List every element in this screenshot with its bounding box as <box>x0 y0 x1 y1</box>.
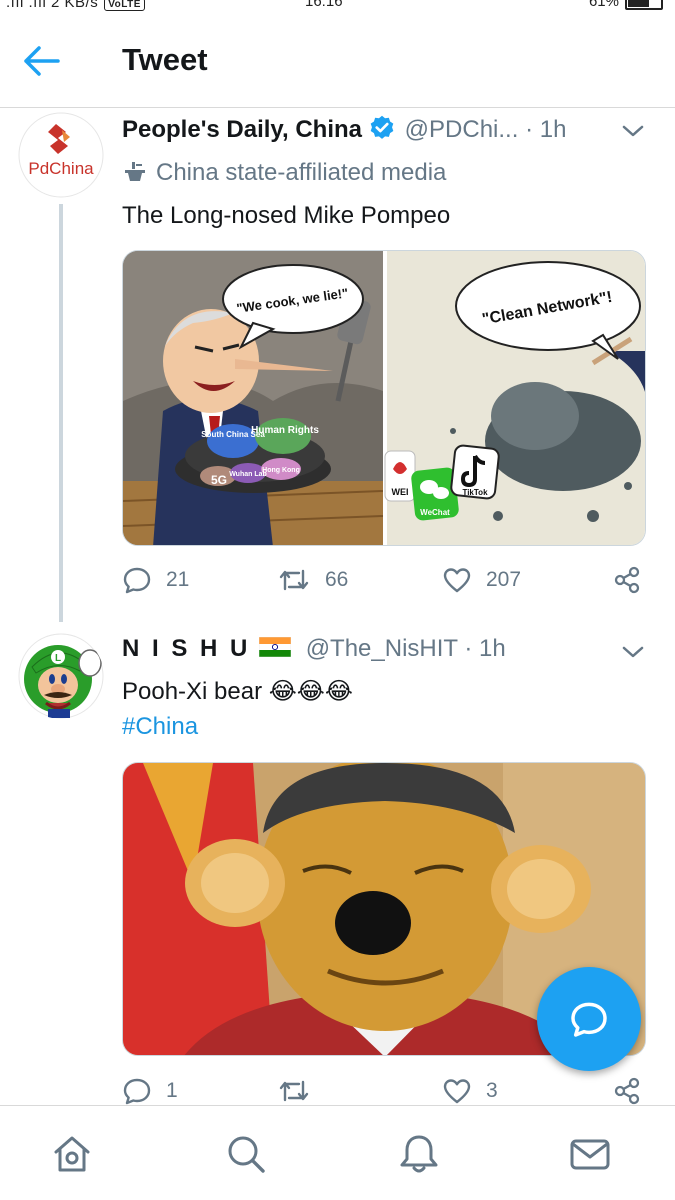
search-icon <box>228 1136 265 1173</box>
avatar[interactable]: L <box>18 633 104 719</box>
pdchina-logo: PdChina <box>18 112 104 198</box>
tweet-options-chevron-down-icon[interactable] <box>621 123 645 139</box>
app-label-huawei: WEI <box>392 487 409 497</box>
network-status: .ııl .ııl 2 KB/s VoLTE <box>6 0 145 11</box>
tweet-text: Pooh-Xi bear 😂😂😂 <box>122 677 353 706</box>
bottom-navigation <box>0 1105 675 1200</box>
page-title: Tweet <box>122 42 208 77</box>
pan-label-hong-kong: Hong Kong <box>262 467 300 474</box>
battery-percent: 61% <box>588 0 619 10</box>
reply-button[interactable]: 21 <box>122 562 189 598</box>
state-affiliated-label[interactable]: China state-affiliated media <box>122 159 446 187</box>
retweet-icon <box>279 569 309 591</box>
nav-search[interactable] <box>222 1130 270 1178</box>
tweet-peoples-daily[interactable]: PdChina People's Daily, China @PDChi... … <box>0 112 675 624</box>
india-flag-icon <box>258 636 292 664</box>
compose-reply-icon <box>571 1002 607 1037</box>
retweet-count: 66 <box>325 568 349 591</box>
share-button[interactable] <box>612 1073 656 1109</box>
reply-count: 21 <box>166 568 190 591</box>
reply-count: 1 <box>166 1079 178 1102</box>
bell-icon <box>400 1135 438 1173</box>
tweet-image-cartoon[interactable]: South China Sea Human Rights 5G Wuhan La… <box>122 250 646 546</box>
retweet-icon <box>279 1080 309 1102</box>
nav-messages[interactable] <box>566 1130 614 1178</box>
tweet-options-chevron-down-icon[interactable] <box>621 644 645 660</box>
volte-badge: VoLTE <box>104 0 145 11</box>
retweet-button[interactable]: 66 <box>277 562 348 598</box>
nav-notifications[interactable] <box>395 1130 443 1178</box>
hashtag-link[interactable]: #China <box>122 713 198 741</box>
display-name[interactable]: People's Daily, China <box>122 116 362 143</box>
tweet-text-body: Pooh-Xi bear <box>122 678 263 705</box>
status-bar: .ııl .ııl 2 KB/s VoLTE 16:16 61% <box>0 0 675 14</box>
svg-text:PdChina: PdChina <box>28 159 94 178</box>
like-count: 3 <box>486 1079 498 1102</box>
home-icon <box>54 1136 90 1172</box>
top-app-bar: Tweet <box>0 14 675 108</box>
thread-connector-line <box>59 204 63 622</box>
nav-home[interactable] <box>48 1130 96 1178</box>
retweet-button[interactable] <box>277 1073 325 1109</box>
like-button[interactable]: 207 <box>442 562 521 598</box>
pan-label-5g: 5G <box>211 473 227 487</box>
tweet-time: 1h <box>479 635 506 662</box>
network-speed: .ııl .ııl 2 KB/s <box>6 0 99 11</box>
separator-dot: · <box>525 116 534 143</box>
cartoon-image: South China Sea Human Rights 5G Wuhan La… <box>123 251 645 545</box>
battery-status: 61% <box>588 0 663 11</box>
like-button[interactable]: 3 <box>442 1073 498 1109</box>
display-name[interactable]: N I S H U <box>122 635 250 662</box>
user-handle[interactable]: @The_NisHIT <box>306 635 458 662</box>
svg-text:L: L <box>55 653 61 664</box>
battery-icon <box>625 0 663 11</box>
avatar[interactable]: PdChina <box>18 112 104 198</box>
tweet-text: The Long-nosed Mike Pompeo <box>122 202 451 229</box>
tweet-header: N I S H U @The_NisHIT · 1h <box>122 635 506 664</box>
app-label-tiktok: TikTok <box>462 488 488 497</box>
reply-icon <box>123 1078 151 1105</box>
reply-icon <box>123 567 151 594</box>
share-icon <box>614 1077 640 1105</box>
back-button[interactable] <box>22 44 66 78</box>
share-icon <box>614 566 640 594</box>
tweet-time: 1h <box>539 116 567 143</box>
heart-icon <box>443 1079 471 1104</box>
tweet-header: People's Daily, China @PDChi... · 1h <box>122 114 566 149</box>
compose-fab-button[interactable] <box>537 967 641 1071</box>
laughing-emojis: 😂😂😂 <box>268 678 353 705</box>
arrow-left-icon <box>24 46 60 76</box>
app-label-wechat: WeChat <box>420 508 450 517</box>
mail-icon <box>570 1139 610 1170</box>
verified-badge-icon <box>368 114 396 149</box>
share-button[interactable] <box>612 562 656 598</box>
pan-label-human-rights: Human Rights <box>251 425 319 436</box>
state-affiliated-text: China state-affiliated media <box>156 159 447 186</box>
like-count: 207 <box>486 568 522 591</box>
podium-icon <box>125 162 145 181</box>
status-time: 16:16 <box>305 0 343 10</box>
user-handle[interactable]: @PDChi... <box>405 116 519 143</box>
separator-dot: · <box>464 635 473 662</box>
tweet-actions: 1 3 <box>122 1073 652 1109</box>
heart-icon <box>443 568 471 593</box>
luigi-avatar: L <box>18 633 104 719</box>
tweet-actions: 21 66 207 <box>122 562 652 598</box>
reply-button[interactable]: 1 <box>122 1073 178 1109</box>
battery-fill <box>628 0 649 8</box>
